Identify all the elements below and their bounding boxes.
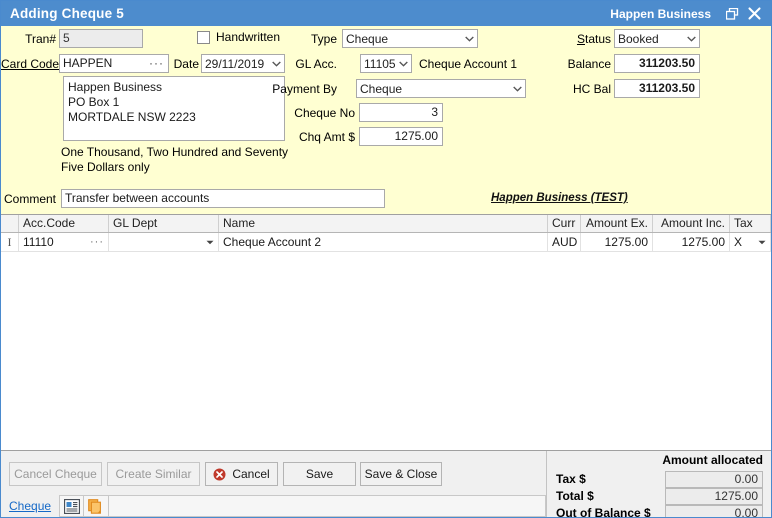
amount-allocated-panel: Amount allocated Tax $ 0.00 Total $ 1275… bbox=[546, 451, 771, 517]
cheque-form: Tran# 5 Handwritten Card Code HAPPEN ···… bbox=[1, 26, 771, 214]
chevron-down-icon[interactable] bbox=[758, 240, 766, 245]
grid-header-amount-ex[interactable]: Amount Ex. bbox=[581, 215, 653, 232]
date-label: Date bbox=[166, 56, 199, 72]
tran-no-field[interactable]: 5 bbox=[59, 29, 143, 48]
amount-allocated-title: Amount allocated bbox=[662, 453, 763, 467]
cell-acc-code-value: 11110 bbox=[23, 233, 54, 251]
status-field[interactable]: Booked bbox=[614, 29, 700, 48]
grid-header-amount-inc[interactable]: Amount Inc. bbox=[653, 215, 730, 232]
chq-amt-label: Chq Amt $ bbox=[281, 129, 355, 145]
row-indicator-icon: I bbox=[1, 233, 19, 251]
footer-bar: Cancel Cheque Create Similar Cancel Save… bbox=[1, 451, 771, 517]
report-document-icon[interactable] bbox=[59, 495, 84, 517]
create-similar-button[interactable]: Create Similar bbox=[107, 462, 200, 486]
restore-window-icon[interactable] bbox=[721, 1, 743, 26]
chevron-down-icon[interactable] bbox=[206, 240, 214, 245]
grid-header-row: Acc.Code GL Dept Name Curr Amount Ex. Am… bbox=[1, 215, 771, 233]
status-value: Booked bbox=[618, 32, 684, 46]
save-and-close-button[interactable]: Save & Close bbox=[360, 462, 442, 486]
tab-cheque[interactable]: Cheque bbox=[9, 495, 51, 517]
window-titlebar: Adding Cheque 5 Happen Business bbox=[1, 1, 771, 26]
cell-gl-dept[interactable] bbox=[109, 233, 219, 251]
cheque-no-label: Cheque No bbox=[281, 105, 355, 121]
balance-label: Balance bbox=[531, 56, 611, 72]
payment-by-label: Payment By bbox=[271, 81, 337, 97]
toolbar-empty-area bbox=[109, 495, 546, 517]
payment-by-value: Cheque bbox=[360, 82, 510, 96]
cancel-icon bbox=[213, 468, 226, 481]
total-label: Total $ bbox=[556, 488, 594, 504]
cell-name[interactable]: Cheque Account 2 bbox=[219, 233, 548, 251]
cell-amount-inc[interactable]: 1275.00 bbox=[653, 233, 730, 251]
chevron-down-icon[interactable] bbox=[510, 86, 525, 92]
payment-by-field[interactable]: Cheque bbox=[356, 79, 526, 98]
gl-acc-description: Cheque Account 1 bbox=[419, 56, 517, 72]
test-mode-watermark: Happen Business (TEST) bbox=[491, 192, 628, 204]
amount-in-words: One Thousand, Two Hundred and Seventy Fi… bbox=[61, 145, 301, 175]
cell-tax-value: X bbox=[734, 233, 742, 251]
grid-header-curr[interactable]: Curr bbox=[548, 215, 581, 232]
gl-acc-label: GL Acc. bbox=[281, 56, 337, 72]
close-icon[interactable] bbox=[743, 1, 765, 26]
chevron-down-icon[interactable] bbox=[684, 36, 699, 42]
cell-tax[interactable]: X bbox=[730, 233, 771, 251]
cheque-no-field[interactable]: 3 bbox=[359, 103, 443, 122]
bottom-tab-strip: Cheque bbox=[1, 495, 546, 517]
hc-bal-field: 311203.50 bbox=[614, 79, 700, 98]
chevron-down-icon[interactable] bbox=[396, 61, 411, 67]
handwritten-checkbox-group[interactable]: Handwritten bbox=[197, 30, 280, 44]
grid-header-name[interactable]: Name bbox=[219, 215, 548, 232]
grid-header-acc-code[interactable]: Acc.Code bbox=[19, 215, 109, 232]
card-code-label[interactable]: Card Code bbox=[1, 56, 56, 72]
gl-acc-field[interactable]: 11105 bbox=[360, 54, 412, 73]
status-label-rest: tatus bbox=[585, 32, 611, 46]
out-of-balance-label: Out of Balance $ bbox=[556, 505, 651, 518]
cell-amount-ex[interactable]: 1275.00 bbox=[581, 233, 653, 251]
tran-no-label: Tran# bbox=[1, 31, 56, 47]
grid-header-gl-dept[interactable]: GL Dept bbox=[109, 215, 219, 232]
status-label-accel: S bbox=[577, 32, 585, 46]
cheque-entry-window: Adding Cheque 5 Happen Business Tran# 5 … bbox=[0, 0, 772, 518]
type-label: Type bbox=[281, 31, 337, 47]
tax-label: Tax $ bbox=[556, 471, 586, 487]
out-of-balance-value: 0.00 bbox=[665, 505, 763, 518]
comment-field[interactable]: Transfer between accounts bbox=[61, 189, 385, 208]
titlebar-right-group: Happen Business bbox=[610, 1, 771, 26]
grid-header-indicator bbox=[1, 215, 19, 232]
cell-curr[interactable]: AUD bbox=[548, 233, 581, 251]
gl-acc-value: 11105 bbox=[364, 57, 396, 71]
table-row[interactable]: I 11110 ··· Cheque Account 2 AUD 1275.00… bbox=[1, 233, 771, 252]
save-button[interactable]: Save bbox=[283, 462, 356, 486]
status-label: Status bbox=[541, 31, 611, 47]
hc-bal-label: HC Bal bbox=[531, 81, 611, 97]
line-items-grid[interactable]: Acc.Code GL Dept Name Curr Amount Ex. Am… bbox=[1, 214, 771, 451]
row-indicator-glyph: I bbox=[8, 233, 12, 251]
cancel-button-label: Cancel bbox=[232, 467, 269, 481]
date-field[interactable]: 29/11/2019 bbox=[201, 54, 285, 73]
company-name-label: Happen Business bbox=[610, 7, 711, 21]
cell-acc-code[interactable]: 11110 ··· bbox=[19, 233, 109, 251]
copy-pages-icon[interactable] bbox=[84, 495, 109, 517]
comment-label: Comment bbox=[1, 191, 56, 207]
handwritten-label: Handwritten bbox=[216, 30, 280, 44]
grid-empty-area[interactable] bbox=[1, 252, 771, 447]
acc-code-picker-icon[interactable]: ··· bbox=[90, 233, 104, 251]
cancel-cheque-button[interactable]: Cancel Cheque bbox=[9, 462, 102, 486]
action-button-bar: Cancel Cheque Create Similar Cancel Save… bbox=[1, 451, 546, 495]
tax-value: 0.00 bbox=[665, 471, 763, 488]
chq-amt-field[interactable]: 1275.00 bbox=[359, 127, 443, 146]
card-code-picker-icon[interactable]: ··· bbox=[149, 54, 164, 73]
date-value: 29/11/2019 bbox=[205, 57, 269, 71]
window-title: Adding Cheque 5 bbox=[10, 6, 124, 21]
cancel-button[interactable]: Cancel bbox=[205, 462, 278, 486]
handwritten-checkbox[interactable] bbox=[197, 31, 210, 44]
type-field[interactable]: Cheque bbox=[342, 29, 478, 48]
total-value: 1275.00 bbox=[665, 488, 763, 505]
chevron-down-icon[interactable] bbox=[462, 36, 477, 42]
card-address-box[interactable]: Happen Business PO Box 1 MORTDALE NSW 22… bbox=[63, 76, 285, 141]
type-value: Cheque bbox=[346, 32, 462, 46]
balance-field: 311203.50 bbox=[614, 54, 700, 73]
grid-header-tax[interactable]: Tax bbox=[730, 215, 771, 232]
